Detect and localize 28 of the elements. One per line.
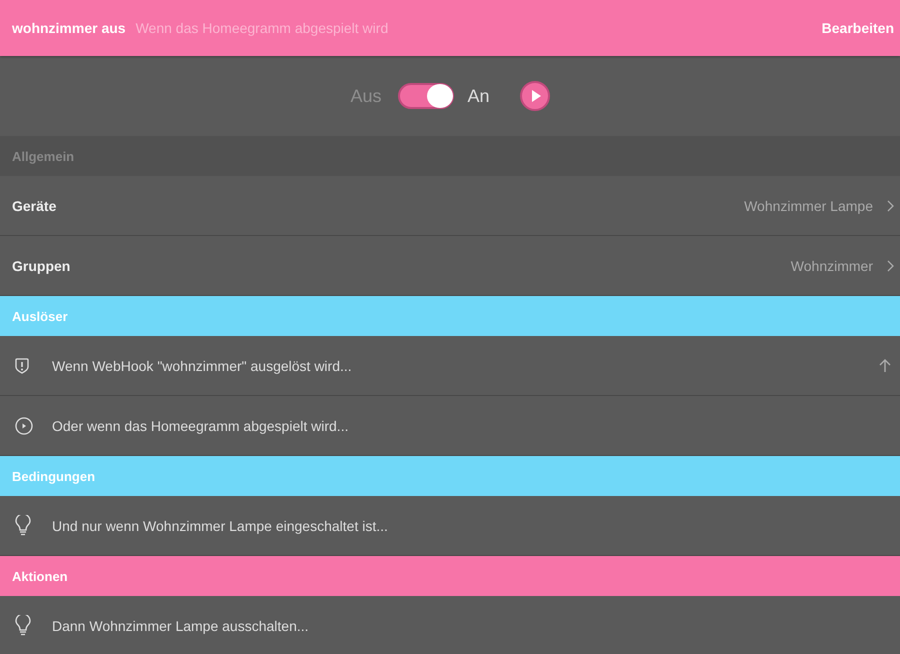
list-row[interactable]: Wenn WebHook "wohnzimmer" ausgelöst wird... [0,336,900,396]
chevron-right-icon [887,200,894,212]
section-title: Auslöser [12,308,68,324]
toggle-switch[interactable] [398,83,454,109]
chevron-right-icon [887,260,894,272]
list-row[interactable]: Dann Wohnzimmer Lampe ausschalten... [0,596,900,654]
rule-text: Dann Wohnzimmer Lampe ausschalten... [52,618,309,634]
light-bulb-icon [15,515,31,536]
arrow-up-icon[interactable] [879,358,891,372]
homeegram-subtitle: Wenn das Homeegramm abgespielt wird [136,20,388,36]
list-row[interactable]: Geräte Wohnzimmer Lampe [0,176,900,236]
edit-link[interactable]: Bearbeiten [822,20,894,36]
row-label: Geräte [12,198,56,214]
section-title: Bedingungen [12,468,96,484]
rule-text: Oder wenn das Homeegramm abgespielt wird... [52,418,348,434]
play-icon [530,90,541,102]
rule-text: Wenn WebHook "wohnzimmer" ausgelöst wird... [52,358,352,374]
rule-text: Und nur wenn Wohnzimmer Lampe eingeschaltet ist... [52,518,388,534]
row-value: Wohnzimmer Lampe [744,198,873,214]
row-label: Gruppen [12,258,70,274]
section-title: Aktionen [12,568,68,584]
play-button[interactable] [520,81,550,111]
shield-alert-icon [15,358,29,374]
on-label: An [468,86,490,106]
light-bulb-icon [15,615,31,636]
row-value: Wohnzimmer [790,258,873,274]
homeegram-title: wohnzimmer aus [12,20,126,36]
play-circle-icon [15,416,33,434]
